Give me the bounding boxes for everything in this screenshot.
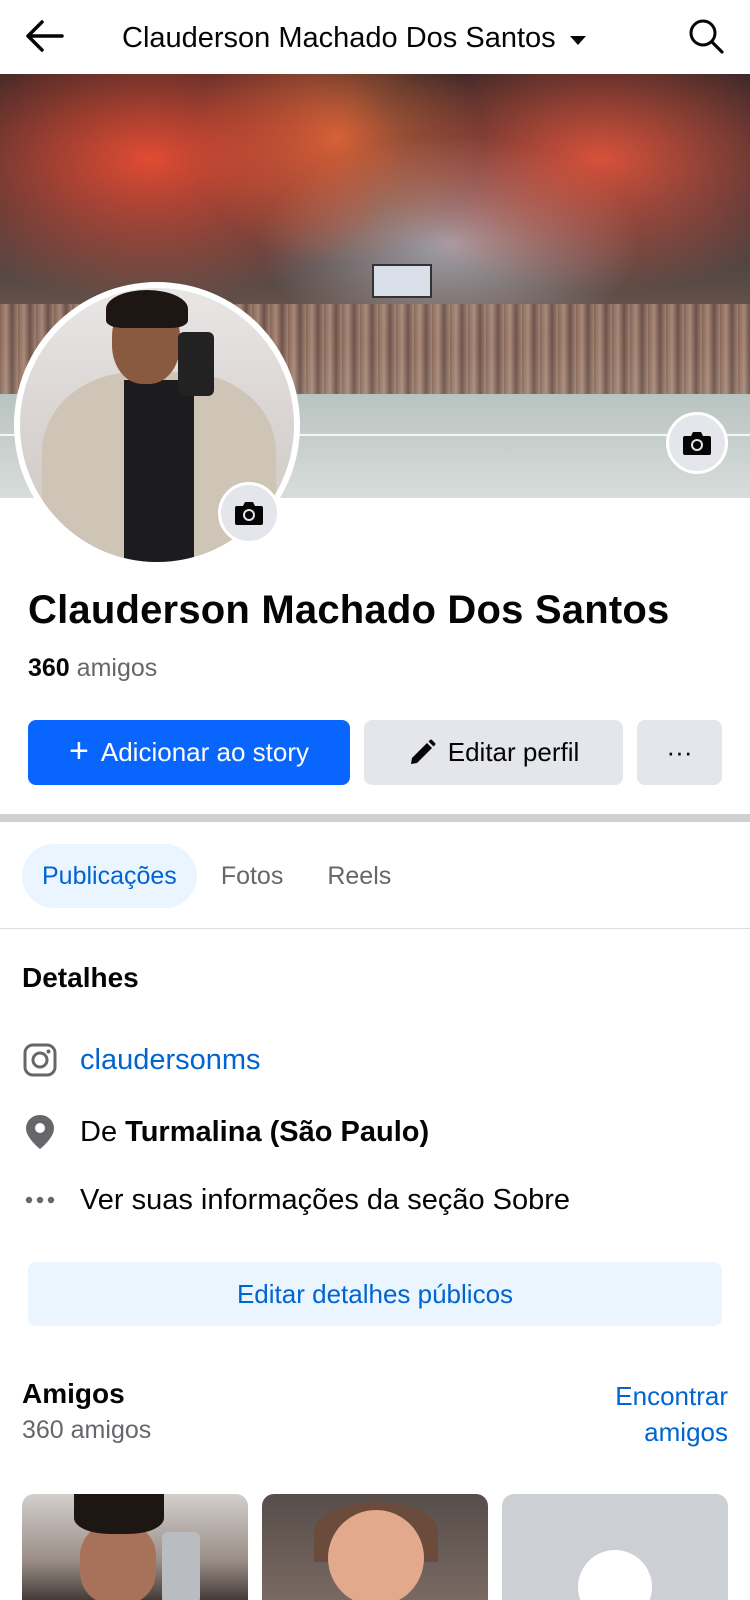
edit-profile-picture-button[interactable] — [218, 482, 280, 544]
add-to-story-button[interactable]: + Adicionar ao story — [28, 720, 350, 785]
camera-icon — [235, 502, 263, 525]
location-pin-icon — [22, 1114, 58, 1150]
header-title: Clauderson Machado Dos Santos — [122, 21, 556, 54]
top-bar: Clauderson Machado Dos Santos — [0, 0, 750, 74]
section-divider — [0, 814, 750, 822]
camera-icon — [683, 432, 711, 455]
edit-profile-label: Editar perfil — [447, 737, 580, 767]
tabs-divider — [0, 928, 750, 929]
instagram-link[interactable]: claudersonms — [80, 1044, 261, 1077]
caret-down-icon — [569, 35, 586, 45]
friend-photo — [328, 1510, 424, 1600]
photo-phone — [178, 332, 214, 396]
instagram-icon — [22, 1042, 58, 1078]
friends-word: amigos — [76, 654, 158, 682]
tab-fotos[interactable]: Fotos — [201, 844, 304, 908]
add-to-story-label: Adicionar ao story — [100, 737, 309, 767]
default-avatar-icon — [578, 1550, 652, 1600]
edit-profile-button[interactable]: Editar perfil — [364, 720, 623, 785]
friends-section-title: Amigos — [22, 1378, 125, 1409]
search-icon — [689, 19, 724, 54]
friend-photo-hair — [74, 1494, 164, 1534]
cover-screen — [372, 264, 432, 298]
friend-card[interactable] — [22, 1494, 248, 1600]
friend-photo-phone — [162, 1532, 200, 1600]
more-dots-icon: ··· — [666, 737, 693, 767]
hometown-text: De Turmalina (São Paulo) — [80, 1116, 429, 1149]
instagram-row[interactable]: claudersonms — [22, 1038, 261, 1082]
more-options-button[interactable]: ··· — [637, 720, 722, 785]
friend-card[interactable] — [502, 1494, 728, 1600]
tab-reels[interactable]: Reels — [307, 844, 411, 908]
pencil-icon — [410, 739, 436, 764]
profile-tabs: Publicações Fotos Reels — [22, 844, 411, 908]
friend-card[interactable] — [262, 1494, 488, 1600]
about-link[interactable]: Ver suas informações da seção Sobre — [80, 1184, 570, 1217]
profile-switcher[interactable]: Clauderson Machado Dos Santos — [122, 18, 586, 58]
photo-hair — [106, 290, 188, 328]
about-row[interactable]: Ver suas informações da seção Sobre — [22, 1178, 570, 1222]
friends-count-line[interactable]: 360 amigos — [28, 654, 157, 683]
photo-shirt — [124, 380, 194, 562]
friends-count: 360 — [28, 654, 70, 682]
plus-icon: + — [69, 731, 89, 770]
details-title: Detalhes — [22, 962, 139, 993]
tab-publicacoes[interactable]: Publicações — [22, 844, 197, 908]
profile-name: Clauderson Machado Dos Santos — [28, 588, 670, 632]
ellipsis-icon — [22, 1182, 58, 1218]
edit-public-details-button[interactable]: Editar detalhes públicos — [28, 1262, 722, 1326]
hometown-prefix: De — [80, 1115, 118, 1148]
back-button[interactable] — [20, 14, 68, 58]
hometown-row: De Turmalina (São Paulo) — [22, 1110, 429, 1154]
friends-section-count: 360 amigos — [22, 1416, 152, 1444]
find-friends-link[interactable]: Encontrar amigos — [588, 1378, 728, 1450]
friend-photo — [80, 1524, 156, 1600]
search-button[interactable] — [684, 14, 728, 58]
edit-cover-button[interactable] — [666, 412, 728, 474]
hometown-value: Turmalina (São Paulo) — [125, 1115, 430, 1148]
arrow-left-icon — [26, 20, 64, 52]
